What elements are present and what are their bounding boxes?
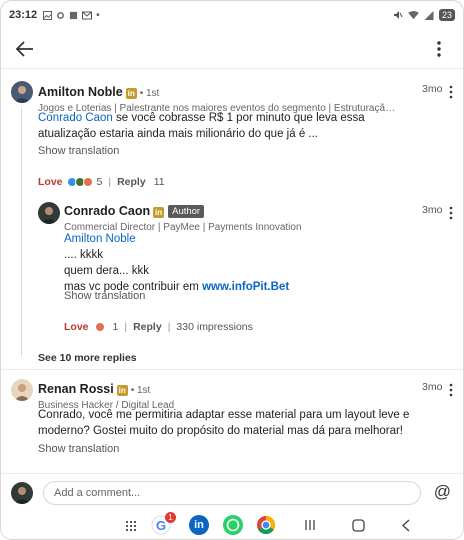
comment-author-name[interactable]: Amilton Noble: [38, 85, 123, 99]
show-translation-link[interactable]: Show translation: [38, 145, 119, 157]
more-options-icon[interactable]: [431, 37, 447, 61]
status-system-icons: 23: [393, 9, 455, 21]
linkedin-premium-icon: in: [153, 207, 165, 218]
comment-options-icon[interactable]: [447, 85, 455, 99]
love-reaction-button[interactable]: Love: [38, 176, 63, 188]
reply-header: Conrado Caon in Author Commercial Director…: [64, 202, 394, 233]
reply-line: quem dera... kkk: [64, 265, 150, 277]
status-bar: 23:12 • 23: [1, 1, 463, 29]
comment-time: 3mo: [422, 381, 443, 393]
mention-link[interactable]: Conrado Caon: [38, 112, 113, 124]
thread-line: [21, 107, 22, 357]
divider: |: [124, 321, 128, 333]
reply-button[interactable]: Reply: [133, 321, 162, 333]
system-nav-bar: G 1 in: [1, 511, 463, 539]
divider: [1, 369, 463, 370]
avatar[interactable]: [38, 202, 60, 224]
signal-icon: [424, 10, 434, 20]
wifi-icon: [408, 10, 419, 19]
whatsapp-app-icon[interactable]: [223, 515, 243, 535]
show-translation-link[interactable]: Show translation: [64, 290, 145, 302]
app-drawer-icon[interactable]: [125, 520, 137, 532]
divider: |: [167, 321, 171, 333]
connection-degree: • 1st: [139, 88, 160, 99]
reply-line: .... kkkk: [64, 249, 103, 261]
photo-icon: [43, 10, 53, 20]
reaction-icons: [94, 322, 105, 332]
recents-icon[interactable]: [304, 519, 316, 531]
status-time: 23:12: [9, 9, 38, 21]
reply-body: Amilton Noble .... kkkk quem dera... kkk…: [64, 231, 424, 295]
comment-time: 3mo: [422, 83, 443, 95]
settings-icon: [57, 11, 65, 19]
reaction-icons: [66, 177, 93, 187]
connection-degree: • 1st: [130, 385, 151, 396]
linkedin-app-icon[interactable]: in: [189, 515, 209, 535]
chrome-app-icon[interactable]: [256, 515, 276, 535]
see-more-replies-link[interactable]: See 10 more replies: [38, 352, 137, 364]
avatar[interactable]: [11, 379, 33, 401]
reply-time: 3mo: [422, 204, 443, 216]
website-link[interactable]: www.infoPit.Bet: [202, 281, 289, 293]
mute-icon: [393, 11, 403, 19]
mention-link[interactable]: Amilton Noble: [64, 231, 424, 247]
comment-author-name[interactable]: Renan Rossi: [38, 382, 114, 396]
comment-options-icon[interactable]: [447, 383, 455, 397]
svg-text:G: G: [156, 518, 166, 533]
comments-thread: Amilton Noble in • 1st Jogos e Loterias | …: [1, 69, 463, 473]
reply-count[interactable]: 11: [154, 176, 165, 188]
back-nav-icon[interactable]: [401, 519, 411, 532]
home-icon[interactable]: [352, 519, 365, 532]
notification-badge: 1: [165, 512, 176, 523]
media-icon: [70, 11, 78, 19]
app-bar: [1, 29, 463, 69]
mention-icon[interactable]: @: [434, 482, 451, 502]
comment-actions: Love 5 | Reply 11: [38, 176, 165, 188]
comment-body: Conrado Caon se você cobrasse R$ 1 por m…: [38, 110, 418, 142]
love-reaction-button[interactable]: Love: [64, 321, 89, 333]
screen: 23:12 • 23 Amilton Noble in • 1st Jogos …: [0, 0, 464, 540]
reply-actions: Love 1 | Reply | 330 impressions: [64, 321, 253, 333]
comment-input[interactable]: Add a comment...: [43, 481, 421, 505]
status-notification-icons: •: [43, 10, 100, 21]
dot-icon: •: [96, 9, 100, 21]
reply-author-name[interactable]: Conrado Caon: [64, 204, 150, 218]
back-arrow-icon[interactable]: [13, 37, 37, 61]
battery-indicator: 23: [438, 9, 455, 21]
reaction-count[interactable]: 5: [97, 176, 103, 188]
love-icon: [94, 322, 105, 332]
linkedin-premium-icon: in: [116, 385, 128, 396]
avatar[interactable]: [11, 81, 33, 103]
my-avatar: [11, 482, 33, 504]
compose-bar: Add a comment... @: [1, 473, 463, 511]
google-app-icon[interactable]: G 1: [151, 512, 176, 535]
reaction-count[interactable]: 1: [113, 321, 119, 333]
divider: |: [108, 176, 112, 188]
comment-body: Conrado, você me permitiria adaptar esse…: [38, 409, 410, 437]
reply-button[interactable]: Reply: [117, 176, 146, 188]
love-icon: [82, 177, 93, 187]
mail-icon: [82, 11, 93, 19]
reply-options-icon[interactable]: [447, 206, 455, 220]
author-badge: Author: [168, 205, 205, 218]
impressions-count: 330 impressions: [176, 321, 253, 333]
linkedin-premium-icon: in: [125, 88, 137, 99]
show-translation-link[interactable]: Show translation: [38, 443, 119, 455]
